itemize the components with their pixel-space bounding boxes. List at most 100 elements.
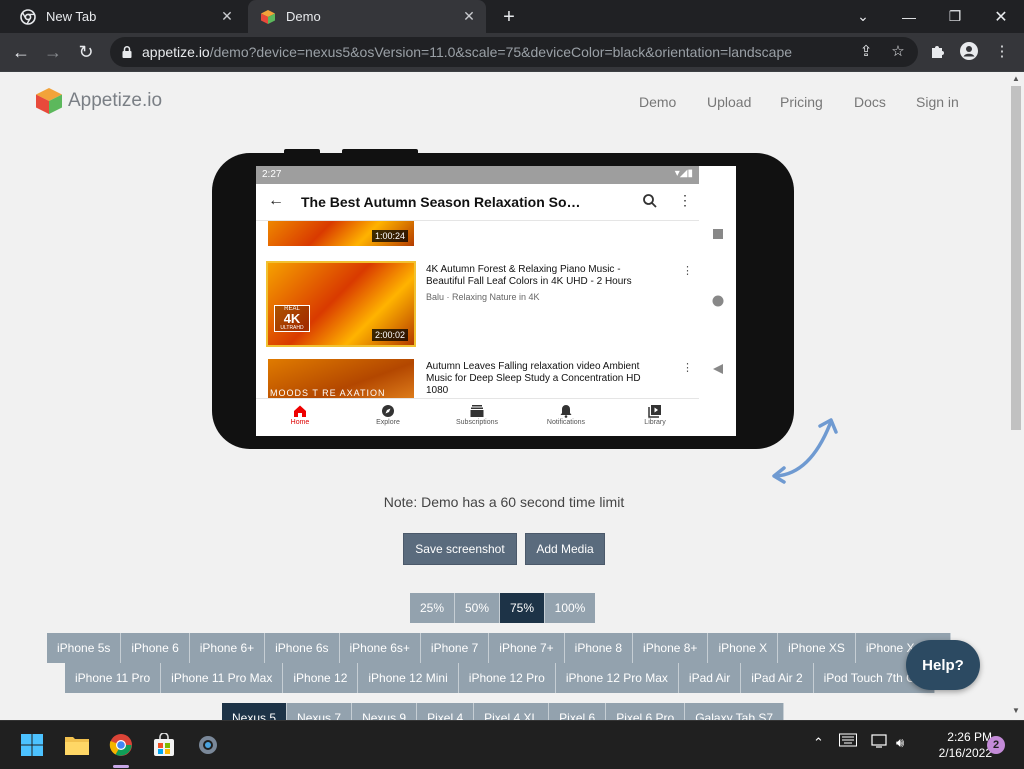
device-pixel-6-pro[interactable]: Pixel 6 Pro xyxy=(606,703,686,720)
device-galaxy-tab-s7[interactable]: Galaxy Tab S7 xyxy=(685,703,785,720)
add-media-button[interactable]: Add Media xyxy=(525,533,605,565)
scale-75[interactable]: 75% xyxy=(500,593,545,623)
nav-explore[interactable]: Explore xyxy=(344,403,432,426)
forward-arrow-icon[interactable]: → xyxy=(40,39,66,65)
video-thumbnail[interactable]: 1:00:24 xyxy=(268,221,414,246)
nav-demo[interactable]: Demo xyxy=(639,94,676,110)
tray-chevron-up-icon[interactable]: ⌃ xyxy=(813,735,824,751)
more-options-icon[interactable]: ⋮ xyxy=(682,264,693,277)
device-iphone-6-plus[interactable]: iPhone 6+ xyxy=(189,633,266,663)
device-nexus-5[interactable]: Nexus 5 xyxy=(222,703,288,720)
scale-100[interactable]: 100% xyxy=(545,593,595,623)
device-iphone-12[interactable]: iPhone 12 xyxy=(283,663,359,693)
more-options-icon[interactable]: ⋮ xyxy=(682,361,693,374)
device-iphone-8-plus[interactable]: iPhone 8+ xyxy=(633,633,709,663)
device-iphone-6[interactable]: iPhone 6 xyxy=(121,633,190,663)
browser-tabstrip: New Tab ✕ Demo ✕ + ⌄ — ❐ ✕ xyxy=(0,0,1024,33)
recents-square-icon[interactable] xyxy=(712,228,724,240)
bell-icon xyxy=(522,403,610,419)
tab-new-tab[interactable]: New Tab ✕ xyxy=(8,0,244,33)
device-iphone-7-plus[interactable]: iPhone 7+ xyxy=(489,633,565,663)
rotate-device-icon[interactable] xyxy=(770,412,846,488)
device-iphone-6s-plus[interactable]: iPhone 6s+ xyxy=(339,633,421,663)
nav-docs[interactable]: Docs xyxy=(854,94,886,110)
file-explorer-icon[interactable] xyxy=(61,729,93,761)
device-iphone-6s[interactable]: iPhone 6s xyxy=(265,633,340,663)
back-arrow-icon[interactable]: ← xyxy=(8,39,34,65)
microsoft-store-icon[interactable] xyxy=(148,729,180,761)
notification-badge[interactable]: 2 xyxy=(987,736,1005,754)
device-iphone-5s[interactable]: iPhone 5s xyxy=(47,633,122,663)
page-scrollbar[interactable]: ▲ ▼ xyxy=(1008,72,1024,720)
restore-icon[interactable]: ❐ xyxy=(932,0,978,33)
window-close-icon[interactable]: ✕ xyxy=(978,0,1024,33)
settings-gear-icon[interactable] xyxy=(192,729,224,761)
volume-icon[interactable]: 🔊︎ xyxy=(896,735,904,751)
device-iphone-12-pro-max[interactable]: iPhone 12 Pro Max xyxy=(555,663,679,693)
search-icon[interactable] xyxy=(642,193,658,209)
help-button[interactable]: Help? xyxy=(906,640,980,690)
reload-icon[interactable]: ↻ xyxy=(73,39,99,65)
new-tab-plus-icon[interactable]: + xyxy=(498,6,520,28)
nav-pricing[interactable]: Pricing xyxy=(780,94,823,110)
tab-demo[interactable]: Demo ✕ xyxy=(248,0,486,33)
nav-library[interactable]: Library xyxy=(611,403,699,426)
device-pixel-6[interactable]: Pixel 6 xyxy=(549,703,607,720)
tab-search-chevron-icon[interactable]: ⌄ xyxy=(840,0,886,33)
video-title[interactable]: Autumn Leaves Falling relaxation video A… xyxy=(426,361,656,397)
minimize-icon[interactable]: — xyxy=(886,0,932,33)
close-icon[interactable]: ✕ xyxy=(216,6,238,28)
device-iphone-x[interactable]: iPhone X xyxy=(708,633,779,663)
video-thumbnail[interactable]: MOODS T RE AXATION xyxy=(268,359,414,401)
back-triangle-icon[interactable] xyxy=(712,363,724,375)
keyboard-icon[interactable] xyxy=(839,733,857,750)
scale-50[interactable]: 50% xyxy=(455,593,500,623)
extensions-puzzle-icon[interactable] xyxy=(926,40,948,62)
profile-avatar-icon[interactable] xyxy=(958,40,980,62)
device-ipad-air[interactable]: iPad Air xyxy=(678,663,742,693)
scroll-up-arrow-icon[interactable]: ▲ xyxy=(1011,74,1021,84)
scroll-down-arrow-icon[interactable]: ▼ xyxy=(1011,706,1021,716)
tab-label: New Tab xyxy=(46,9,97,24)
scrollbar-thumb[interactable] xyxy=(1011,86,1021,430)
device-ipad-air-2[interactable]: iPad Air 2 xyxy=(741,663,814,693)
address-bar[interactable]: appetize.io/demo?device=nexus5&osVersion… xyxy=(110,37,918,67)
windows-start-icon[interactable] xyxy=(16,729,48,761)
more-options-icon[interactable]: ⋮ xyxy=(678,192,692,209)
badge-big: 4K xyxy=(283,311,301,326)
device-nexus-9[interactable]: Nexus 9 xyxy=(352,703,418,720)
close-icon[interactable]: ✕ xyxy=(458,6,480,28)
device-iphone-12-mini[interactable]: iPhone 12 Mini xyxy=(358,663,459,693)
device-iphone-12-pro[interactable]: iPhone 12 Pro xyxy=(458,663,556,693)
nav-sign-in[interactable]: Sign in xyxy=(916,94,959,110)
video-title[interactable]: 4K Autumn Forest & Relaxing Piano Music … xyxy=(426,264,656,288)
scale-25[interactable]: 25% xyxy=(410,593,455,623)
share-icon[interactable]: ⇪ xyxy=(855,40,877,62)
device-iphone-11-pro-max[interactable]: iPhone 11 Pro Max xyxy=(161,663,284,693)
star-icon[interactable]: ☆ xyxy=(887,40,909,62)
device-iphone-7[interactable]: iPhone 7 xyxy=(420,633,490,663)
video-thumbnail[interactable]: REAL 4K ULTRAHD 2:00:02 xyxy=(266,261,416,347)
nav-subscriptions[interactable]: Subscriptions xyxy=(433,403,521,426)
device-nexus-7[interactable]: Nexus 7 xyxy=(287,703,353,720)
back-arrow-icon[interactable]: ← xyxy=(268,192,284,210)
device-pixel-4-xl[interactable]: Pixel 4 XL xyxy=(474,703,550,720)
nav-home[interactable]: Home xyxy=(256,403,344,426)
device-iphone-8[interactable]: iPhone 8 xyxy=(564,633,634,663)
app-bottom-nav: Home Explore Subscriptions Notifications… xyxy=(256,398,699,436)
nav-notifications[interactable]: Notifications xyxy=(522,403,610,426)
url-path: /demo?device=nexus5&osVersion=11.0&scale… xyxy=(209,44,793,60)
url-text: appetize.io/demo?device=nexus5&osVersion… xyxy=(142,44,792,60)
network-icon[interactable] xyxy=(871,733,889,752)
home-circle-icon[interactable] xyxy=(712,295,724,307)
nav-upload[interactable]: Upload xyxy=(707,94,751,110)
device-iphone-11-pro[interactable]: iPhone 11 Pro xyxy=(65,663,162,693)
chrome-taskbar-icon[interactable] xyxy=(105,729,137,761)
device-screen[interactable]: 2:27 ▾◢▮ ← The Best Autumn Season Relaxa… xyxy=(256,166,736,436)
taskbar-clock[interactable]: 2:26 PM 2/16/2022 xyxy=(922,729,992,761)
save-screenshot-button[interactable]: Save screenshot xyxy=(403,533,517,565)
site-logo[interactable]: Appetize.io xyxy=(34,86,162,116)
device-iphone-xs[interactable]: iPhone XS xyxy=(778,633,856,663)
device-pixel-4[interactable]: Pixel 4 xyxy=(417,703,475,720)
menu-kebab-icon[interactable]: ⋮ xyxy=(991,40,1013,62)
